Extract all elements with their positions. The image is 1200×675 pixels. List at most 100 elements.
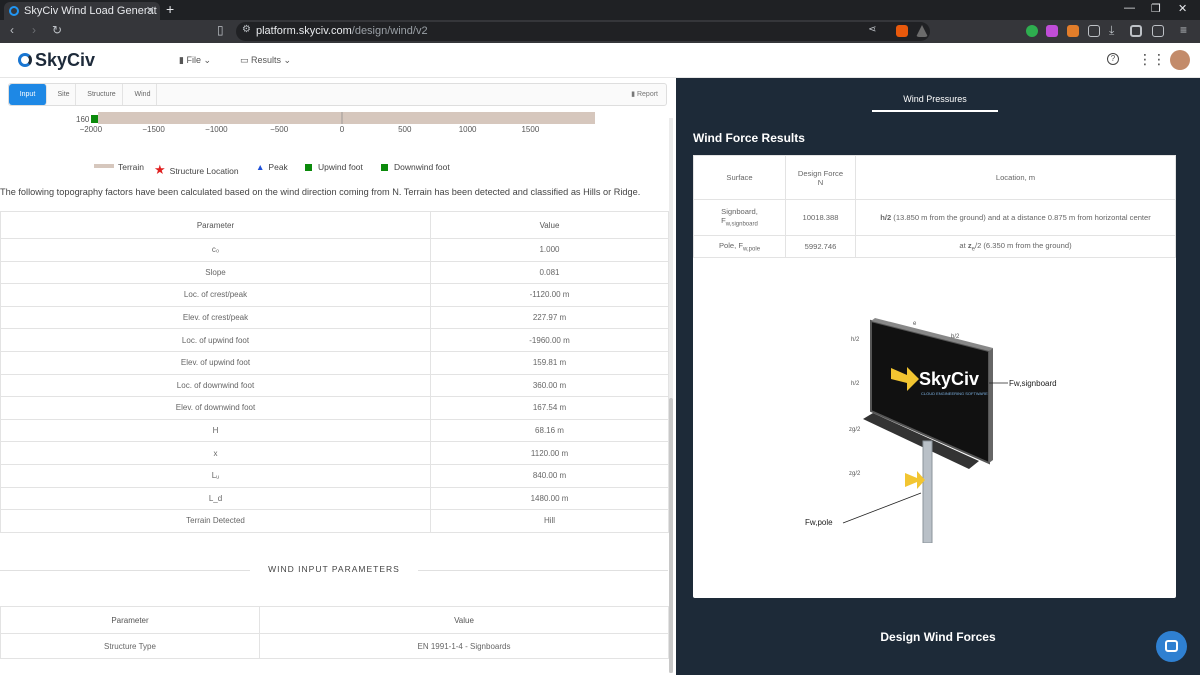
signboard-force-label: Fw,signboard: [1009, 379, 1057, 388]
board-tagline-text: CLOUD ENGINEERING SOFTWARE: [921, 391, 988, 396]
extensions-icon[interactable]: [1088, 25, 1100, 37]
h2-label: h/2: [851, 381, 860, 387]
metamask-icon[interactable]: [1067, 25, 1079, 37]
grammarly-icon[interactable]: [1026, 25, 1038, 37]
restore-icon[interactable]: ❐: [1151, 2, 1161, 15]
column-header: Parameter: [0, 211, 431, 239]
zg2-label: zg/2: [849, 471, 861, 477]
input-tabs: Input Site Structure Wind ▮ Report: [8, 83, 667, 106]
chat-button[interactable]: [1156, 631, 1187, 662]
tab-title: SkyCiv Wind Load Generat: [24, 5, 157, 17]
wind-force-table: Surface Design Force N Location, m Signb…: [693, 155, 1176, 258]
rewards-icon[interactable]: [916, 25, 928, 37]
new-tab-button[interactable]: +: [166, 1, 174, 17]
extension-icon[interactable]: [1046, 25, 1058, 37]
browser-toolbar: ‹ › ↻ ▯ ⚙ platform.skyciv.com/design/win…: [0, 20, 1200, 43]
table-row: c₀ 1.000: [0, 238, 669, 262]
x-tick-label: −2000: [79, 125, 103, 134]
upwind-foot-marker: [91, 115, 98, 123]
download-icon[interactable]: ⤓: [1109, 23, 1114, 38]
parameter-cell: Loc. of downwind foot: [0, 373, 431, 398]
terrain-swatch: [94, 164, 114, 168]
results-menu[interactable]: ▭ Results ⌄: [240, 55, 291, 66]
help-icon[interactable]: ?: [1107, 53, 1119, 65]
sidebar-icon[interactable]: [1130, 25, 1142, 37]
tab-structure[interactable]: Structure: [81, 84, 123, 105]
share-icon[interactable]: ⋖: [868, 24, 876, 35]
legend-upwind-foot: Upwind foot: [305, 162, 363, 172]
user-avatar[interactable]: [1170, 50, 1190, 70]
results-panel: Wind Pressures Wind Force Results Surfac…: [676, 78, 1200, 675]
active-tab-indicator: [872, 110, 998, 112]
value-cell: 68.16 m: [430, 418, 669, 443]
legend-peak: ▲ Peak: [256, 162, 288, 172]
parameter-cell: Loc. of upwind foot: [0, 328, 431, 352]
value-cell: 167.54 m: [430, 396, 669, 420]
y-tick-label: 160: [76, 115, 90, 124]
browser-tab[interactable]: SkyCiv Wind Load Generat ✕: [4, 2, 160, 20]
column-header: Surface: [693, 155, 786, 200]
design-wind-forces-title: Design Wind Forces: [880, 630, 996, 644]
legend-terrain: Terrain: [94, 162, 144, 172]
parameter-cell: Slope: [0, 260, 431, 285]
window-close-icon[interactable]: ✕: [1178, 2, 1187, 15]
topography-table: Parameter Value c₀ 1.000 Slope 0.081 Loc. of…: [0, 211, 669, 533]
skyciv-favicon-icon: [9, 6, 19, 16]
table-row: Loc. of downwind foot 360.00 m: [0, 373, 669, 398]
bookmark-icon[interactable]: ▯: [217, 23, 224, 37]
table-row: Lᵤ 840.00 m: [0, 463, 669, 488]
site-info-icon[interactable]: ⚙: [242, 24, 251, 35]
parameter-cell: x: [0, 441, 431, 465]
h2-label: h/2: [851, 337, 860, 343]
back-icon[interactable]: ‹: [10, 23, 14, 37]
wind-input-table: Parameter Value Structure Type EN 1991-1…: [0, 606, 669, 659]
table-row: Terrain Detected Hill: [0, 509, 669, 533]
address-bar[interactable]: ⚙ platform.skyciv.com/design/wind/v2 ⋖: [236, 22, 930, 41]
tab-close-icon[interactable]: ✕: [146, 2, 155, 20]
value-cell: 1480.00 m: [430, 486, 669, 511]
value-cell: Hill: [430, 509, 669, 533]
table-row: Slope 0.081: [0, 260, 669, 285]
results-card: Surface Design Force N Location, m Signb…: [693, 155, 1176, 598]
board-brand-text: SkyCiv: [919, 369, 979, 389]
tab-site[interactable]: Site: [52, 84, 76, 105]
wallet-icon[interactable]: [1152, 25, 1164, 37]
parameter-cell: Structure Type: [0, 633, 260, 659]
x-tick-label: 500: [398, 125, 412, 134]
tab-wind[interactable]: Wind: [129, 84, 157, 105]
x-tick-label: −1000: [205, 125, 228, 134]
minimize-icon[interactable]: —: [1124, 2, 1135, 14]
file-menu[interactable]: ▮ File ⌄: [179, 55, 211, 66]
reload-icon[interactable]: ↻: [52, 23, 62, 37]
table-row: Signboard, Fw,signboard 10018.388 h/2 (13…: [693, 199, 1176, 236]
value-cell: 227.97 m: [430, 305, 669, 330]
table-row: Elev. of crest/peak 227.97 m: [0, 305, 669, 330]
skyciv-logo-icon: [18, 53, 32, 67]
parameter-cell: Elev. of crest/peak: [0, 305, 431, 330]
chat-icon: [1165, 640, 1178, 652]
legend-downwind-foot: Downwind foot: [381, 162, 450, 172]
force-cell: 10018.388: [785, 199, 856, 236]
skyciv-logo[interactable]: SkyCiv: [18, 50, 95, 71]
divider: [418, 570, 668, 571]
scroll-thumb[interactable]: [669, 398, 673, 673]
apps-grid-icon[interactable]: ⋮⋮: [1138, 51, 1166, 68]
signboard-side-edge: [989, 348, 993, 463]
star-icon: ★: [154, 162, 166, 177]
scrollbar[interactable]: [669, 118, 673, 673]
location-cell: at ze/2 (6.350 m from the ground): [855, 235, 1176, 258]
browser-menu-icon[interactable]: ≡: [1180, 23, 1187, 37]
column-header: Value: [430, 211, 669, 239]
value-cell: 159.81 m: [430, 350, 669, 375]
value-cell: -1120.00 m: [430, 283, 669, 307]
value-cell: 0.081: [430, 260, 669, 285]
value-cell: -1960.00 m: [430, 328, 669, 352]
surface-cell: Pole, Fw,pole: [693, 235, 786, 258]
brave-shield-icon[interactable]: [896, 25, 908, 37]
tab-input[interactable]: Input: [9, 84, 47, 105]
tab-wind-pressures[interactable]: Wind Pressures: [872, 94, 998, 104]
forward-icon[interactable]: ›: [32, 23, 36, 37]
report-button[interactable]: ▮ Report: [631, 84, 658, 105]
value-cell: EN 1991-1-4 - Signboards: [259, 633, 669, 659]
parameter-cell: Loc. of crest/peak: [0, 283, 431, 307]
